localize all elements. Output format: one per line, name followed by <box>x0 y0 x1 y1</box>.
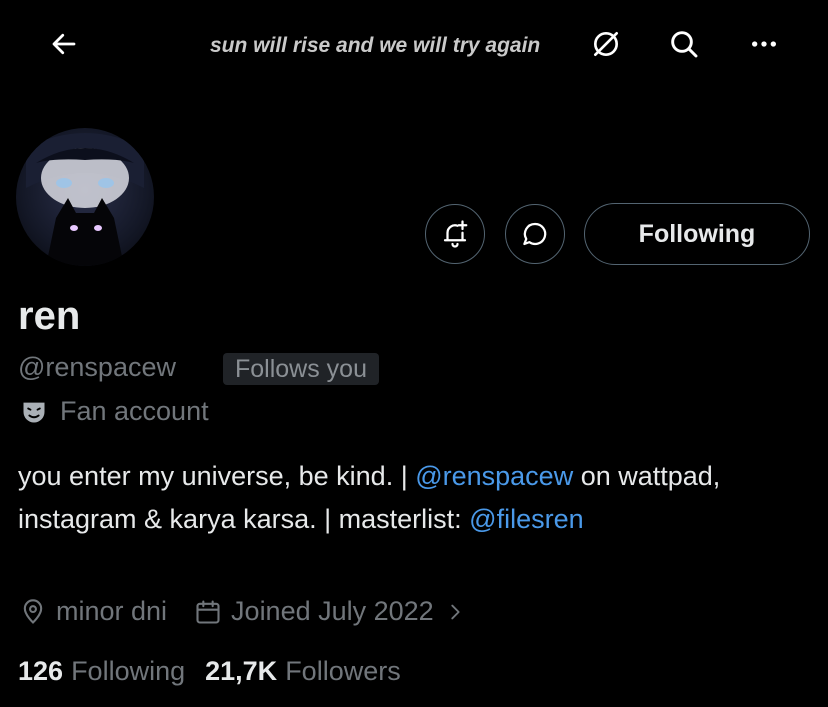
message-bubble-icon <box>523 222 547 246</box>
followers-count: 21,7K <box>205 656 278 686</box>
bio-mention-filesren[interactable]: @filesren <box>469 504 583 534</box>
bio-mention-renspacew[interactable]: @renspacew <box>415 461 573 491</box>
message-button[interactable] <box>505 204 565 264</box>
location-pin-icon <box>18 597 48 627</box>
joined-date: Joined July 2022 <box>231 596 434 626</box>
back-arrow-icon <box>52 33 76 55</box>
more-icon <box>752 41 776 47</box>
avatar[interactable] <box>16 128 154 266</box>
following-count: 126 <box>18 656 64 686</box>
bio-text-1: you enter my universe, be kind. | <box>18 461 416 491</box>
link-slash-button[interactable] <box>586 24 626 64</box>
notifications-button[interactable] <box>425 204 485 264</box>
calendar-icon <box>193 597 223 627</box>
search-icon <box>671 31 698 58</box>
display-name: ren <box>18 294 81 338</box>
search-button[interactable] <box>664 24 704 64</box>
avatar-image <box>26 133 144 266</box>
location-text: minor dni <box>56 596 168 626</box>
link-slash-icon <box>594 32 618 56</box>
followers-label: Followers <box>285 656 401 686</box>
username: @renspacew <box>18 352 176 382</box>
chevron-right-icon[interactable] <box>440 597 470 627</box>
banner-text: sun will rise and we will try again <box>210 34 541 57</box>
following-count-link[interactable]: 126 Following <box>18 656 185 687</box>
following-label: Following <box>71 656 186 686</box>
back-button[interactable] <box>46 26 82 62</box>
bell-plus-icon <box>443 220 468 248</box>
more-button[interactable] <box>744 24 784 64</box>
profile-meta: minor dni Joined July 2022 <box>18 596 478 627</box>
theater-mask-icon <box>23 402 45 422</box>
follow-counts: 126 Following 21,7K Followers <box>18 656 401 687</box>
profile-category: Fan account <box>20 396 209 427</box>
followers-count-link[interactable]: 21,7K Followers <box>205 656 401 687</box>
profile-bio: you enter my universe, be kind. | @rensp… <box>18 455 808 541</box>
category-label: Fan account <box>60 396 209 426</box>
follows-you-badge: Follows you <box>223 353 379 385</box>
following-button[interactable]: Following <box>584 203 810 265</box>
